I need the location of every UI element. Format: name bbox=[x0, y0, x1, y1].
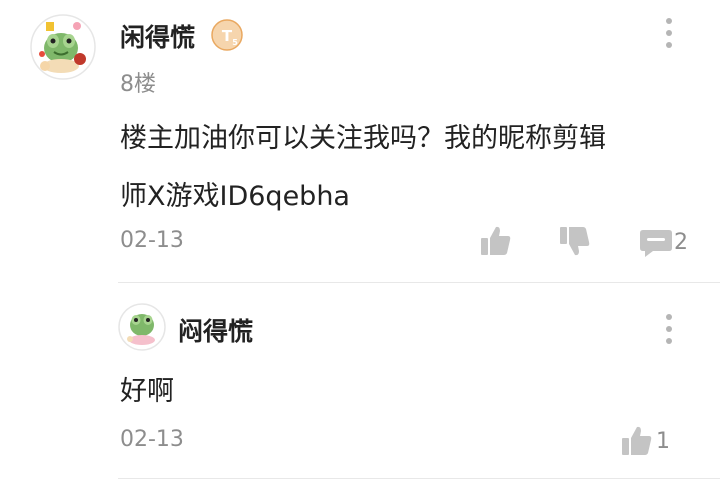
comment-content-line: 师X游戏ID6qebha bbox=[120, 181, 350, 212]
comment-date: 02-13 bbox=[120, 228, 184, 253]
like-count: 1 bbox=[656, 429, 670, 454]
more-vertical-icon[interactable] bbox=[662, 16, 676, 50]
thumbs-down-icon[interactable] bbox=[558, 224, 592, 258]
divider bbox=[118, 282, 720, 283]
comment-username[interactable]: 闲得慌 bbox=[120, 18, 195, 54]
floor-number: 8楼 bbox=[120, 72, 156, 97]
more-vertical-icon[interactable] bbox=[662, 312, 676, 346]
svg-text:5: 5 bbox=[232, 38, 238, 47]
divider bbox=[118, 478, 720, 479]
reply-username[interactable]: 闷得慌 bbox=[178, 312, 253, 348]
comment-content: 楼主加油你可以关注我吗？我的昵称剪辑 师X游戏ID6qebha bbox=[120, 110, 700, 226]
reply-count: 2 bbox=[674, 230, 688, 255]
avatar[interactable] bbox=[30, 14, 96, 80]
thumbs-up-icon[interactable] bbox=[620, 424, 654, 458]
avatar[interactable] bbox=[118, 303, 166, 351]
reply-content: 好啊 bbox=[120, 376, 174, 407]
reply-date: 02-13 bbox=[120, 427, 184, 452]
thumbs-up-icon[interactable] bbox=[479, 224, 513, 258]
comment-bubble-icon[interactable] bbox=[639, 226, 675, 260]
comment-content-line: 楼主加油你可以关注我吗？我的昵称剪辑 bbox=[120, 123, 606, 154]
level-badge-icon: T 5 bbox=[211, 19, 243, 51]
